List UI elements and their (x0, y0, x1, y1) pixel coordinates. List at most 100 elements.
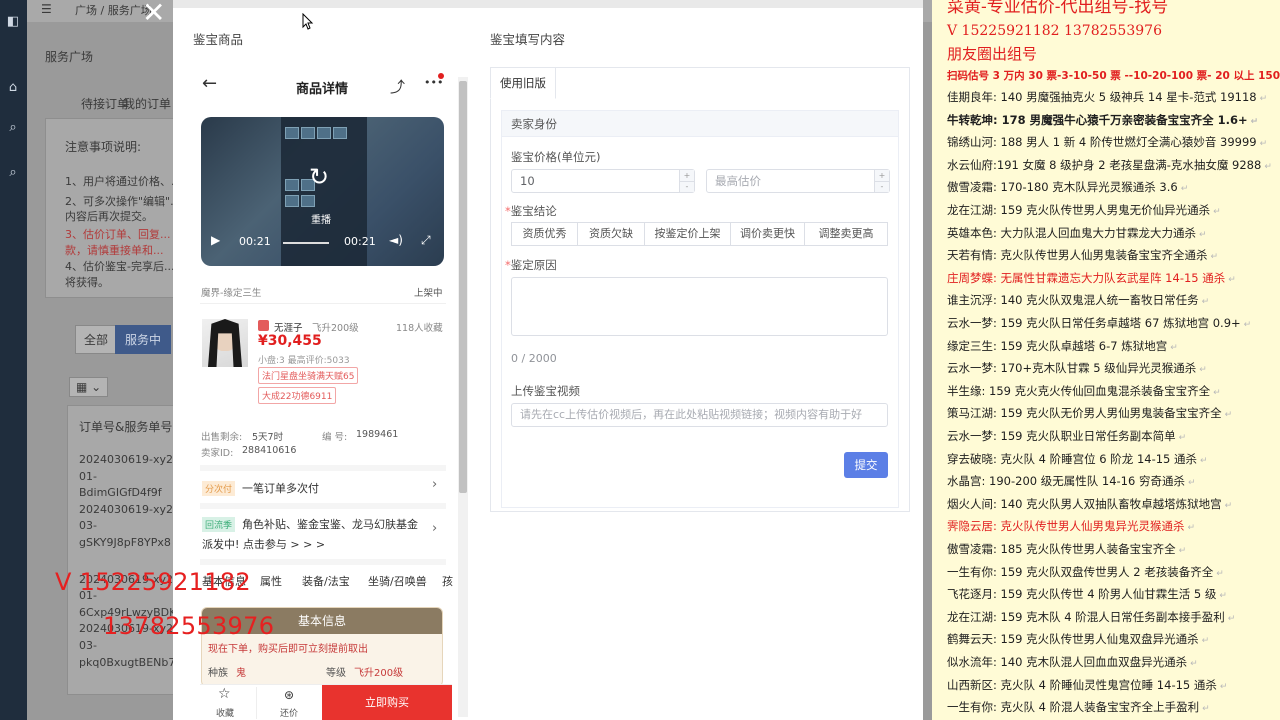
video-cell (317, 127, 331, 139)
role-level: 飞升200级 (312, 323, 359, 334)
buy-now-button[interactable]: 立即购买 (322, 685, 452, 720)
price-increment[interactable]: + (679, 170, 694, 181)
order-id[interactable]: 03- (79, 639, 97, 652)
notice-line: 内容后再次提交。 (65, 210, 153, 223)
order-id[interactable]: 03- (79, 519, 97, 532)
max-price-input[interactable]: 最高估价 (706, 169, 890, 193)
price-decrement[interactable]: - (679, 181, 694, 192)
filter-all[interactable]: 全部 (75, 325, 118, 354)
mouse-cursor-icon (302, 13, 314, 30)
seller-id-label: 卖家ID: (201, 448, 234, 459)
return-mark: ↵ (1250, 116, 1259, 127)
option-raise-price[interactable]: 调整卖更高 (804, 222, 888, 246)
tab-my-orders[interactable]: 我的订单 (123, 95, 171, 112)
volume-icon[interactable]: ◄) (389, 233, 403, 247)
video-player[interactable]: ↻ 重播 ▶ 00:21 00:21 ◄) ⤢ (201, 117, 444, 266)
remain-label: 出售剩余: (201, 432, 243, 443)
listing-text: 牛转乾坤: 178 男魔强牛心猿千万亲密装备宝宝齐全 1.6+ (947, 112, 1248, 127)
tab-attributes[interactable]: 属性 (260, 573, 282, 589)
installment-row[interactable]: 分次付 一笔订单多次付 › (200, 473, 446, 503)
search-icon[interactable]: ⌕ (4, 120, 22, 138)
progress-bar[interactable] (283, 242, 329, 244)
race-value: 鬼 (236, 668, 246, 679)
order-id[interactable]: pkq0BxugtBENb7 (79, 656, 175, 669)
return-mark: ↵ (1228, 274, 1236, 285)
chevron-right-icon: › (432, 521, 438, 536)
option-lacking[interactable]: 资质欠缺 (577, 222, 645, 246)
listing-line: 缘定三生: 159 克火队卓越塔 6-7 炼狱地宫 ↵ (947, 338, 1178, 354)
installment-text: 一笔订单多次付 (242, 482, 319, 495)
notice-line: 3、估价订单、回复... (65, 228, 171, 241)
ad-pricing: 扫码估号 3 万内 30 票-3-10-50 票 --10-20-100 票- … (947, 70, 1280, 82)
menu-icon[interactable]: ☰ (41, 2, 52, 16)
app-icon[interactable]: ◧ (4, 14, 22, 32)
return-mark: ↵ (1187, 523, 1196, 534)
separator (256, 687, 257, 719)
listing-text: 策马江湖: 159 克火队无价男人男仙男鬼装备宝宝齐全 (947, 406, 1222, 421)
race-label: 种族 (208, 668, 228, 679)
reason-textarea[interactable] (511, 277, 888, 336)
return-mark: ↵ (1210, 252, 1219, 263)
price-label: 鉴宝价格(单位元) (511, 150, 601, 164)
return-mark: ↵ (1259, 139, 1268, 150)
listing-line: 傲雪凌霜: 170-180 克木队异光灵猴通杀 3.6 ↵ (947, 179, 1188, 195)
listing-text: 龙在江湖: 159 克木队 4 阶混人日常任务副本接手盈利 (947, 609, 1225, 624)
promo-text: 角色补贴、鉴金宝鉴、龙马幻肤基金派发中! 点击参与 > > > (202, 518, 418, 551)
bargain-icon[interactable]: ⊛ (284, 688, 294, 702)
replay-icon[interactable]: ↻ (309, 163, 329, 191)
grade-value: 飞升200级 (354, 668, 404, 679)
listing-text: 一生有你: 克火队 4 阶混人装备宝宝齐全上手盈利 (947, 700, 1200, 715)
video-link-input[interactable]: 请先在cc上传估价视频后，再在此处粘贴视频链接；视频内容有助于好 (511, 403, 888, 427)
seller-name: 无涯子 (274, 323, 303, 334)
back-arrow-icon[interactable]: ← (202, 73, 217, 94)
return-mark: ↵ (1219, 681, 1228, 692)
listing-text: 锦绣山河: 188 男人 1 新 4 阶传世燃灯全满心猿妙音 39999 (947, 135, 1257, 150)
tab-old-version[interactable]: 使用旧版 (490, 67, 556, 99)
return-mark: ↵ (1264, 161, 1272, 172)
close-icon[interactable]: ✕ (142, 0, 165, 29)
tab-mounts[interactable]: 坐骑/召唤兽 (368, 573, 427, 589)
tab-children[interactable]: 孩 (442, 573, 453, 589)
phone-scrollbar-thumb[interactable] (459, 81, 467, 493)
play-icon[interactable]: ▶ (211, 233, 220, 247)
listing-line: 水晶宫: 190-200 级无属性队 14-16 穷奇通杀 ↵ (947, 473, 1196, 489)
order-id[interactable]: 01- (79, 470, 97, 483)
return-mark: ↵ (1213, 207, 1221, 217)
option-lower-price[interactable]: 调价卖更快 (730, 222, 805, 246)
price-input[interactable]: 10 (511, 169, 695, 193)
return-mark: ↵ (1213, 387, 1221, 398)
video-cell (285, 127, 299, 139)
tab-pending-orders[interactable]: 待接订单 (81, 95, 129, 112)
ad-header: 菜黄-专业估价-代出组号-找号 (947, 0, 1169, 17)
return-mark: ↵ (1201, 636, 1210, 647)
share-icon[interactable]: ⤴ (390, 76, 405, 97)
notification-dot (438, 73, 444, 79)
promo-row[interactable]: 回流季 角色补贴、鉴金宝鉴、龙马幻肤基金派发中! 点击参与 > > > › (200, 509, 446, 559)
search-icon-2[interactable]: ⌕ (4, 165, 22, 183)
max-price-decrement[interactable]: - (874, 181, 889, 192)
star-icon[interactable]: ☆ (218, 686, 231, 702)
favorite-label[interactable]: 收藏 (216, 706, 234, 719)
listing-line: 似水流年: 140 克木队混人回血血双盘异光通杀 ↵ (947, 654, 1198, 670)
listing-line: 锦绣山河: 188 男人 1 新 4 阶传世燃灯全满心猿妙音 39999 ↵ (947, 134, 1267, 150)
server-name: 魔界-缘定三生 (201, 288, 262, 299)
option-list-at-price[interactable]: 按鉴定价上架 (644, 222, 731, 246)
filter-in-service[interactable]: 服务中 (115, 325, 172, 354)
return-mark: ↵ (1243, 320, 1252, 330)
order-id[interactable]: 2024030619-xy2- (79, 503, 177, 516)
submit-button[interactable]: 提交 (844, 452, 888, 478)
notice-line: 1、用户将通过价格、... (65, 175, 182, 188)
order-id[interactable]: gSKY9J8pF8YPx8 (79, 536, 171, 549)
order-id[interactable]: 2024030619-xy2- (79, 453, 177, 466)
option-excellent[interactable]: 资质优秀 (511, 222, 578, 246)
home-icon[interactable]: ⌂ (4, 80, 22, 98)
avatar (202, 319, 248, 367)
bargain-label[interactable]: 还价 (280, 706, 298, 719)
grid-view-button[interactable]: ▦ ⌄ (69, 377, 109, 397)
order-id[interactable]: BdimGIGfD4f9f (79, 486, 162, 499)
notice-line: 将获得。 (65, 276, 109, 289)
max-price-increment[interactable]: + (874, 170, 889, 181)
fullscreen-icon[interactable]: ⤢ (421, 233, 431, 248)
listing-line: 鹤舞云天: 159 克火队传世男人仙鬼双盘异光通杀 ↵ (947, 631, 1209, 647)
tab-equipment[interactable]: 装备/法宝 (302, 573, 350, 589)
